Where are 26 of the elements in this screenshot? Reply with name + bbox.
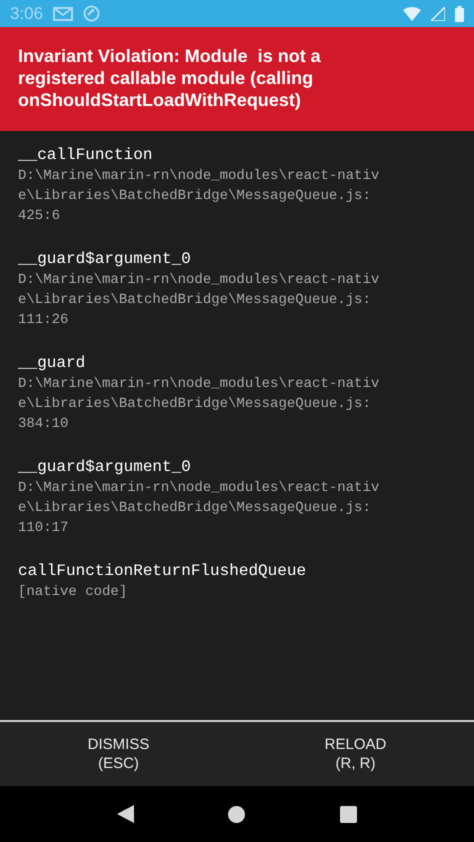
recents-icon[interactable] <box>340 806 357 822</box>
file-path: D:\Marine\marin-rn\node_modules\react-native\Libraries\BatchedBridge\MessageQueue.js: <box>18 167 380 206</box>
back-icon[interactable] <box>117 805 134 823</box>
line-number: 110:17 <box>18 519 70 538</box>
file-path: D:\Marine\marin-rn\node_modules\react-native\Libraries\BatchedBridge\MessageQueue.js: <box>18 271 380 310</box>
mail-icon <box>53 6 74 20</box>
function-name: __guard$argument_0 <box>18 457 192 478</box>
battery-icon <box>455 6 464 22</box>
action-button[interactable]: RELOAD (R, R) <box>237 722 474 786</box>
function-name: __guard$argument_0 <box>18 249 192 270</box>
line-number: 384:10 <box>18 415 70 434</box>
file-path: D:\Marine\marin-rn\node_modules\react-native\Libraries\BatchedBridge\MessageQueue.js: <box>18 375 380 414</box>
wifi-icon <box>403 6 421 20</box>
sync-icon <box>83 5 100 22</box>
clock: 3:06 <box>10 4 44 24</box>
function-name: __guard <box>18 353 86 374</box>
signal-icon <box>431 6 445 20</box>
error-message: Invariant Violation: Module is not a registered callable module (calling onShouldStartLoadWithRequest) <box>18 45 322 111</box>
file-path: D:\Marine\marin-rn\node_modules\react-native\Libraries\BatchedBridge\MessageQueue.js: <box>18 479 380 518</box>
line-number: 111:26 <box>18 311 70 330</box>
function-name: callFunctionReturnFlushedQueue <box>18 561 308 582</box>
function-name: __callFunction <box>18 145 154 166</box>
home-icon[interactable] <box>228 806 246 822</box>
line-number: 425:6 <box>18 207 62 226</box>
action-button[interactable]: DISMISS (ESC) <box>0 722 237 786</box>
file-path: [native code] <box>18 583 128 602</box>
